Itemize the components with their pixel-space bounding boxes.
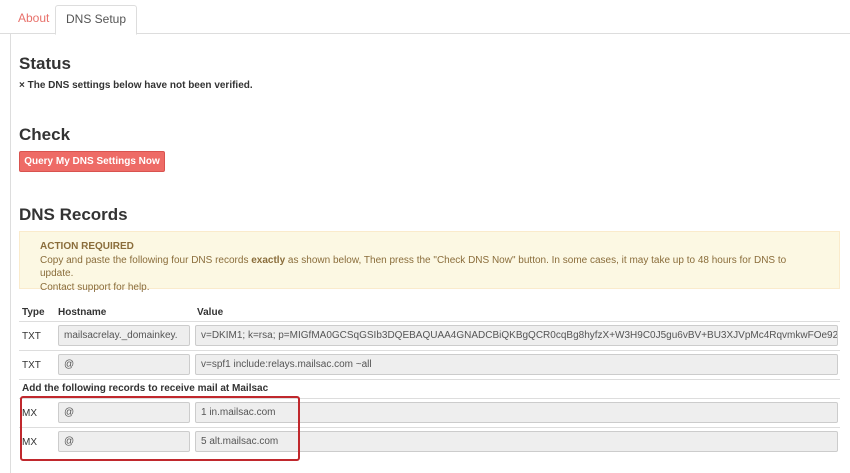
header-divider [19, 321, 840, 322]
alert-body: Copy and paste the following four DNS re… [40, 254, 787, 280]
alert-body-line2: Contact support for help. [40, 281, 150, 293]
status-message: × The DNS settings below have not been v… [19, 80, 253, 91]
action-required-alert: ACTION REQUIRED Copy and paste the follo… [19, 231, 840, 293]
alert-title: ACTION REQUIRED [40, 241, 134, 252]
mx-records-highlight [20, 396, 300, 461]
check-heading: Check [19, 125, 71, 144]
hostname-field[interactable]: @ [58, 354, 190, 375]
tab-about[interactable]: About [8, 5, 59, 32]
tab-dns-setup[interactable]: DNS Setup [55, 5, 138, 35]
hostname-field[interactable]: mailsacrelay._domainkey. [58, 325, 190, 346]
mail-records-subheading: Add the following records to receive mai… [22, 383, 269, 394]
row-divider [19, 379, 840, 380]
column-header-value: Value [197, 307, 224, 318]
status-heading: Status [19, 54, 71, 73]
value-field[interactable]: v=spf1 include:relays.mailsac.com ~all [195, 354, 838, 375]
dns-records-heading: DNS Records [19, 205, 128, 224]
record-type: TXT [22, 331, 41, 342]
row-divider [19, 350, 840, 351]
tab-bar: About DNS Setup [0, 0, 850, 35]
column-header-hostname: Hostname [58, 307, 107, 318]
column-header-type: Type [22, 307, 45, 318]
value-field[interactable]: v=DKIM1; k=rsa; p=MIGfMA0GCSqGSIb3DQEBAQ… [195, 325, 838, 346]
record-type: TXT [22, 360, 41, 371]
query-dns-button[interactable]: Query My DNS Settings Now [19, 151, 165, 172]
